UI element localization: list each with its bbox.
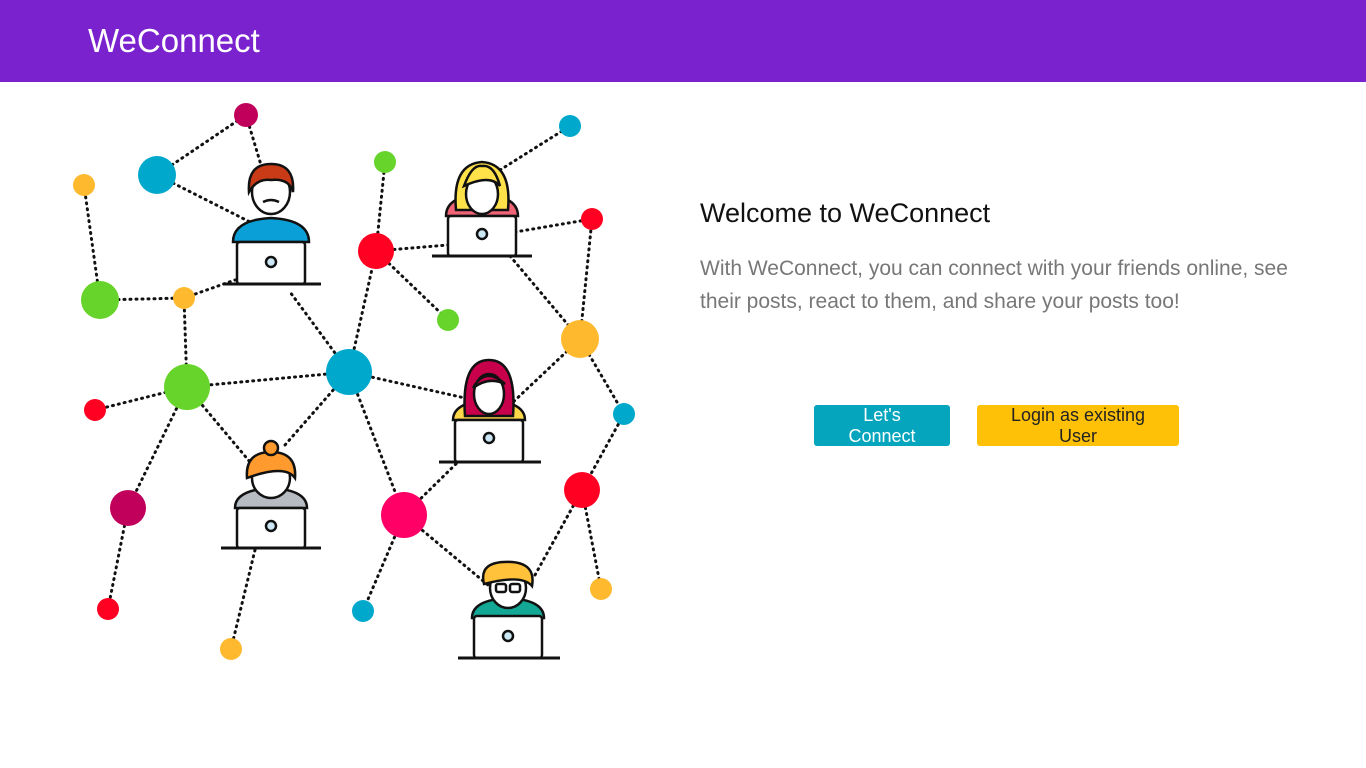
welcome-description: With WeConnect, you can connect with you… [700, 257, 1288, 313]
login-existing-user-button[interactable]: Login as existing User [977, 405, 1179, 446]
node-dot [220, 638, 242, 660]
node-dot [110, 490, 146, 526]
welcome-heading: Welcome to WeConnect [700, 198, 991, 228]
node-dot [590, 578, 612, 600]
node-dot [561, 320, 599, 358]
node-dot [613, 403, 635, 425]
person-avatar [458, 560, 560, 660]
node-dot [358, 233, 394, 269]
node-dot [437, 309, 459, 331]
brand-logo[interactable]: WeConnect [88, 21, 260, 61]
person-avatar [221, 439, 321, 550]
node-dot [564, 472, 600, 508]
node-dot [73, 174, 95, 196]
node-dot [84, 399, 106, 421]
network-nodes [73, 103, 635, 660]
node-dot [581, 208, 603, 230]
node-dot [381, 492, 427, 538]
node-dot [374, 151, 396, 173]
node-dot [559, 115, 581, 137]
node-dot [138, 156, 176, 194]
node-dot [352, 600, 374, 622]
person-avatar [432, 160, 532, 258]
node-dot [81, 281, 119, 319]
people-network-illustration [73, 103, 635, 660]
person-avatar [439, 358, 541, 464]
top-navbar: WeConnect [0, 0, 1366, 82]
lets-connect-button[interactable]: Let's Connect [814, 405, 950, 446]
node-dot [234, 103, 258, 127]
person-avatar [223, 162, 321, 286]
node-dot [164, 364, 210, 410]
node-dot [326, 349, 372, 395]
node-dot [173, 287, 195, 309]
node-dot [97, 598, 119, 620]
